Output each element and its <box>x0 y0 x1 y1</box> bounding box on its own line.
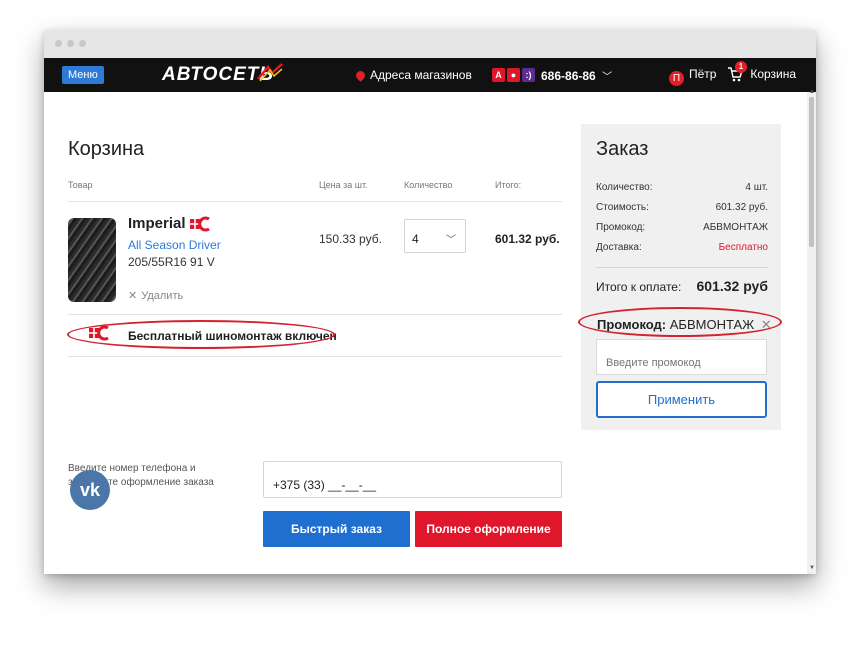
page-scrollbar[interactable]: ▲ ▼ <box>807 89 816 574</box>
tire-service-icon <box>190 216 210 232</box>
user-menu[interactable]: П Пётр <box>669 67 716 86</box>
order-row-promo: Промокод: АБВМОНТАЖ <box>596 222 768 233</box>
order-total-value: 601.32 руб <box>696 278 768 294</box>
col-header-total: Итого: <box>495 180 522 190</box>
full-checkout-button[interactable]: Полное оформление <box>415 511 562 547</box>
divider <box>596 267 768 268</box>
col-header-price: Цена за шт. <box>319 180 368 190</box>
order-row-value: Бесплатно <box>718 242 768 253</box>
cart-count-badge: 1 <box>735 61 747 73</box>
phone-number: 686-86-86 <box>541 69 596 83</box>
cart-link[interactable]: 1 Корзина <box>727 61 797 82</box>
product-size: 205/55R16 91 V <box>128 255 215 269</box>
vk-icon[interactable]: vk <box>70 470 110 510</box>
highlight-ellipse <box>578 307 782 337</box>
user-name: Пётр <box>689 67 717 81</box>
order-row-label: Количество: <box>596 182 653 193</box>
scroll-down-icon[interactable]: ▼ <box>809 565 815 571</box>
unit-price: 150.33 руб. <box>319 232 382 246</box>
order-row-value: АБВМОНТАЖ <box>703 222 768 233</box>
order-row-quantity: Количество: 4 шт. <box>596 182 768 193</box>
carrier-badges: A ●:) <box>492 67 537 82</box>
location-pin-icon <box>354 69 367 82</box>
window-titlebar <box>44 30 816 58</box>
menu-button[interactable]: Меню <box>62 66 104 84</box>
carrier-a1-icon: A <box>492 68 505 82</box>
remove-item-button[interactable]: ✕ Удалить <box>128 289 183 302</box>
tire-image[interactable] <box>68 218 116 302</box>
divider <box>68 356 562 357</box>
order-row-label: Доставка: <box>596 242 642 253</box>
chevron-down-icon: ﹀ <box>602 72 613 83</box>
store-addresses-link[interactable]: Адреса магазинов <box>354 68 472 82</box>
apply-promo-button[interactable]: Применить <box>596 381 767 418</box>
scrollbar-thumb[interactable] <box>809 97 814 247</box>
col-header-quantity: Количество <box>404 180 453 190</box>
order-summary-panel: Заказ Количество: 4 шт. Стоимость: 601.3… <box>578 124 782 430</box>
phone-dropdown[interactable]: 686-86-86 ﹀ <box>541 68 612 83</box>
product-model-link[interactable]: All Season Driver <box>128 238 221 252</box>
logo-flag-icon <box>257 63 283 82</box>
highlight-ellipse <box>67 320 335 349</box>
product-brand: Imperial <box>128 215 186 232</box>
user-avatar: П <box>669 71 684 86</box>
line-total: 601.32 руб. <box>495 232 560 246</box>
window-dot-minimize[interactable] <box>67 40 74 47</box>
order-row-label: Стоимость: <box>596 202 649 213</box>
cart-label: Корзина <box>750 67 797 81</box>
scroll-up-icon[interactable]: ▲ <box>809 89 815 95</box>
divider <box>68 201 562 202</box>
cart-title: Корзина <box>68 138 145 160</box>
order-row-value: 601.32 руб. <box>715 202 768 213</box>
promo-code-input[interactable] <box>596 339 767 375</box>
order-row-label: Промокод: <box>596 222 646 233</box>
window-dot-close[interactable] <box>55 40 62 47</box>
browser-window: Меню АВТОСЕТЬ Адреса магазинов A ●:) 686-… <box>44 30 816 574</box>
order-total-row: Итого к оплате: 601.32 руб <box>596 278 768 294</box>
quantity-value: 4 <box>412 232 419 246</box>
order-row-value: 4 шт. <box>745 182 768 193</box>
divider <box>68 314 562 315</box>
order-total-label: Итого к оплате: <box>596 280 682 294</box>
quantity-select[interactable]: 4 ﹀ <box>404 219 466 253</box>
carrier-life-icon: :) <box>522 68 535 82</box>
chevron-down-icon: ﹀ <box>446 235 456 246</box>
order-title: Заказ <box>596 138 649 160</box>
phone-input[interactable] <box>263 461 562 498</box>
carrier-mts-icon: ● <box>507 68 520 82</box>
order-row-delivery: Доставка: Бесплатно <box>596 242 768 253</box>
quick-order-button[interactable]: Быстрый заказ <box>263 511 410 547</box>
site-navbar: Меню АВТОСЕТЬ Адреса магазинов A ●:) 686-… <box>44 58 816 92</box>
col-header-product: Товар <box>68 180 93 190</box>
remove-label: Удалить <box>141 290 184 302</box>
close-icon: ✕ <box>128 290 138 302</box>
page-content: Корзина Товар Цена за шт. Количество Ито… <box>44 92 807 574</box>
order-row-cost: Стоимость: 601.32 руб. <box>596 202 768 213</box>
window-dot-maximize[interactable] <box>79 40 86 47</box>
store-addresses-label: Адреса магазинов <box>370 68 472 82</box>
